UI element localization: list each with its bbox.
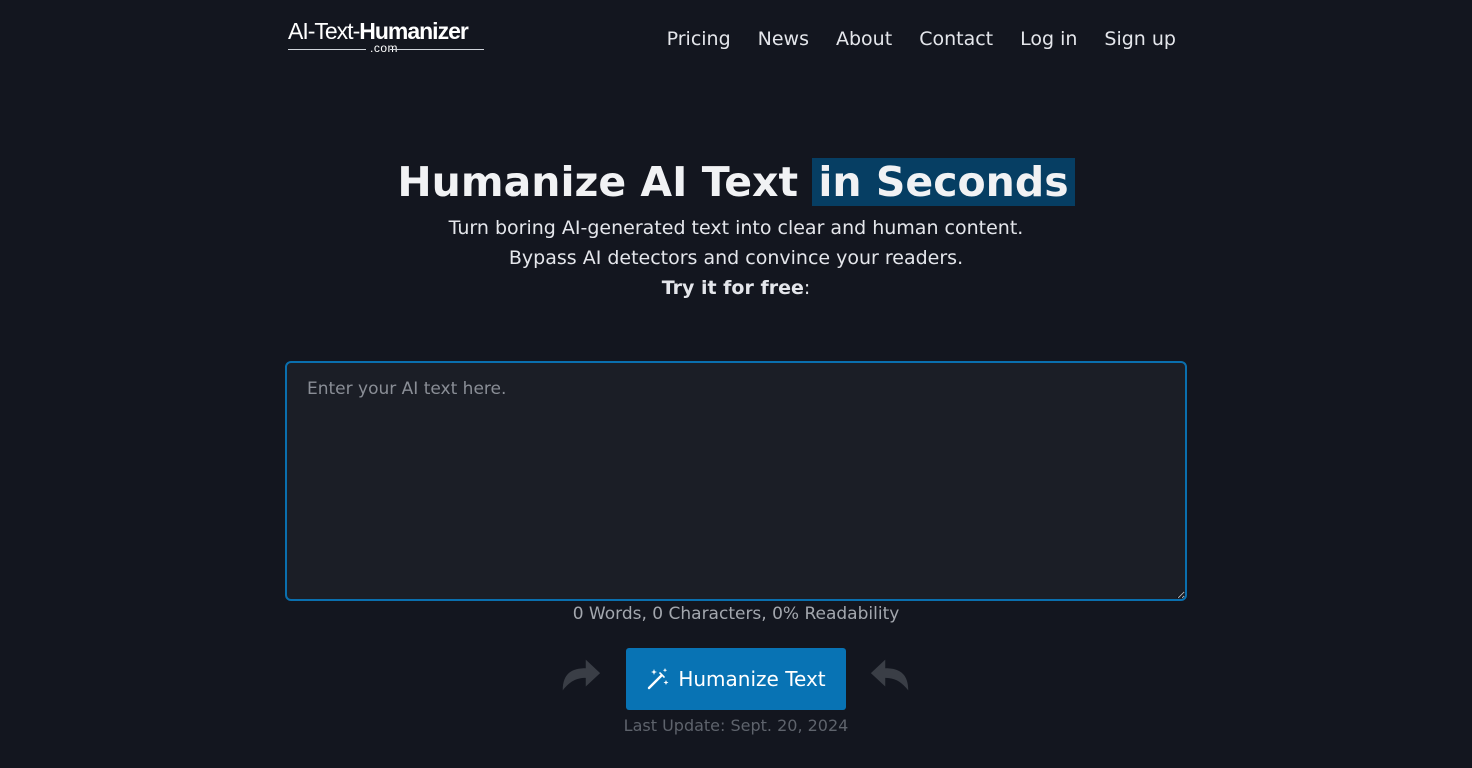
nav-pricing-link[interactable]: Pricing (667, 28, 731, 50)
try-free-colon: : (803, 277, 811, 299)
curved-arrow-right-icon (562, 659, 601, 691)
nav-signup-link[interactable]: Sign up (1104, 28, 1176, 50)
page-title: Humanize AI Text in Seconds (0, 155, 1472, 209)
site-logo[interactable]: AI-Text-Humanizer .com (288, 18, 488, 58)
logo-tld-text: .com (370, 41, 399, 55)
logo-divider-left (288, 49, 366, 50)
humanize-text-button[interactable]: Humanize Text (626, 648, 846, 710)
try-free-line: Try it for free: (0, 273, 1472, 303)
nav-contact-link[interactable]: Contact (919, 28, 993, 50)
hero-section: Humanize AI Text in Seconds Turn boring … (0, 155, 1472, 303)
action-row: Humanize Text (0, 648, 1472, 710)
humanize-text-button-label: Humanize Text (678, 667, 826, 691)
page-title-main: Humanize AI Text (397, 158, 813, 206)
logo-divider-right (390, 49, 484, 50)
try-free-label: Try it for free (661, 277, 804, 299)
logo-tld: .com (288, 41, 484, 56)
text-stats: 0 Words, 0 Characters, 0% Readability (572, 604, 900, 624)
site-header: AI-Text-Humanizer .com Pricing News Abou… (0, 0, 1472, 80)
last-update-text: Last Update: Sept. 20, 2024 (623, 716, 849, 735)
nav-about-link[interactable]: About (836, 28, 892, 50)
main-nav: Pricing News About Contact Log in Sign u… (667, 28, 1176, 50)
curved-arrow-left-icon (870, 659, 909, 691)
nav-login-link[interactable]: Log in (1020, 28, 1077, 50)
ai-text-input[interactable] (287, 363, 1185, 599)
page-title-highlight: in Seconds (812, 158, 1075, 206)
magic-wand-icon (648, 668, 669, 690)
nav-news-link[interactable]: News (758, 28, 809, 50)
hero-subtitle: Turn boring AI-generated text into clear… (448, 217, 1024, 269)
text-editor (285, 361, 1187, 601)
logo-part-ai-text: AI-Text- (288, 18, 360, 44)
